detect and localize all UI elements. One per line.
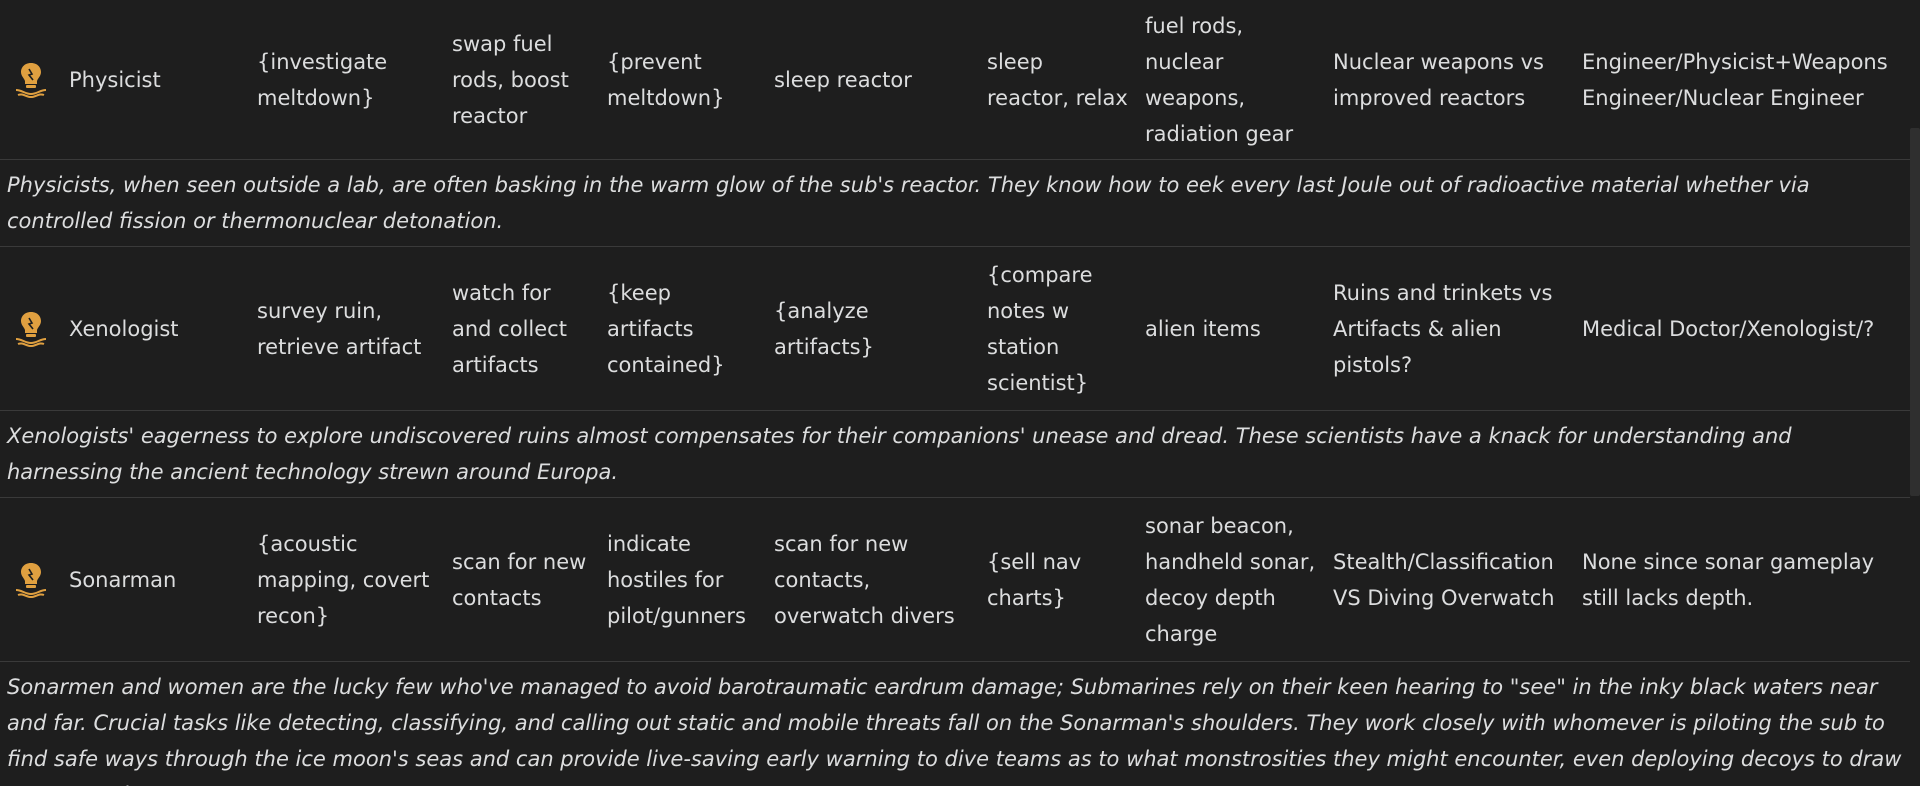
description-row-xenologist: Xenologists' eagerness to explore undisc… (0, 410, 1910, 498)
lightbulb-icon (15, 62, 47, 98)
role-cell: survey ruin, retrieve artifact (250, 246, 445, 411)
role-description: Physicists, when seen outside a lab, are… (0, 159, 1910, 247)
table-viewport: Physicist {investigate meltdown} swap fu… (0, 0, 1920, 786)
role-cell: {analyze artifacts} (767, 246, 980, 411)
role-icon-cell (0, 246, 62, 411)
role-name: Sonarman (62, 497, 250, 662)
description-row-sonarman: Sonarmen and women are the lucky few who… (0, 662, 1910, 786)
role-cell: {acoustic mapping, covert recon} (250, 497, 445, 662)
table-row-physicist: Physicist {investigate meltdown} swap fu… (0, 0, 1910, 160)
role-description: Xenologists' eagerness to explore undisc… (0, 410, 1910, 498)
vertical-scrollbar[interactable] (1910, 0, 1920, 786)
role-cell: fuel rods, nuclear weapons, radiation ge… (1138, 0, 1326, 160)
role-cell: {sell nav charts} (980, 497, 1138, 662)
table-row-sonarman: Sonarman {acoustic mapping, covert recon… (0, 497, 1910, 662)
role-cell: Ruins and trinkets vs Artifacts & alien … (1326, 246, 1575, 411)
role-cell: swap fuel rods, boost reactor (445, 0, 600, 160)
role-cell: scan for new contacts, overwatch divers (767, 497, 980, 662)
table-row-xenologist: Xenologist survey ruin, retrieve artifac… (0, 246, 1910, 411)
role-cell: alien items (1138, 246, 1326, 411)
role-cell: {compare notes w station scientist} (980, 246, 1138, 411)
role-cell: sleep reactor, relax (980, 0, 1138, 160)
role-name: Physicist (62, 0, 250, 160)
lightbulb-icon (15, 562, 47, 598)
role-cell: sonar beacon, handheld sonar, decoy dept… (1138, 497, 1326, 662)
role-cell: Medical Doctor/Xenologist/? (1575, 246, 1910, 411)
role-cell: {prevent meltdown} (600, 0, 767, 160)
role-cell: Stealth/Classification VS Diving Overwat… (1326, 497, 1575, 662)
lightbulb-icon (15, 311, 47, 347)
role-name: Xenologist (62, 246, 250, 411)
role-cell: {investigate meltdown} (250, 0, 445, 160)
role-description: Sonarmen and women are the lucky few who… (7, 675, 1902, 786)
scrollbar-thumb[interactable] (1910, 128, 1920, 496)
role-icon-cell (0, 497, 62, 662)
description-row-physicist: Physicists, when seen outside a lab, are… (0, 159, 1910, 247)
role-cell: watch for and collect artifacts (445, 246, 600, 411)
roles-table: Physicist {investigate meltdown} swap fu… (0, 0, 1910, 786)
role-cell: sleep reactor (767, 0, 980, 160)
role-cell: Nuclear weapons vs improved reactors (1326, 0, 1575, 160)
role-cell: indicate hostiles for pilot/gunners (600, 497, 767, 662)
role-cell: Engineer/Physicist+Weapons Engineer/Nucl… (1575, 0, 1910, 160)
role-cell: scan for new contacts (445, 497, 600, 662)
role-cell: {keep artifacts contained} (600, 246, 767, 411)
role-cell: None since sonar gameplay still lacks de… (1575, 497, 1910, 662)
role-icon-cell (0, 0, 62, 160)
